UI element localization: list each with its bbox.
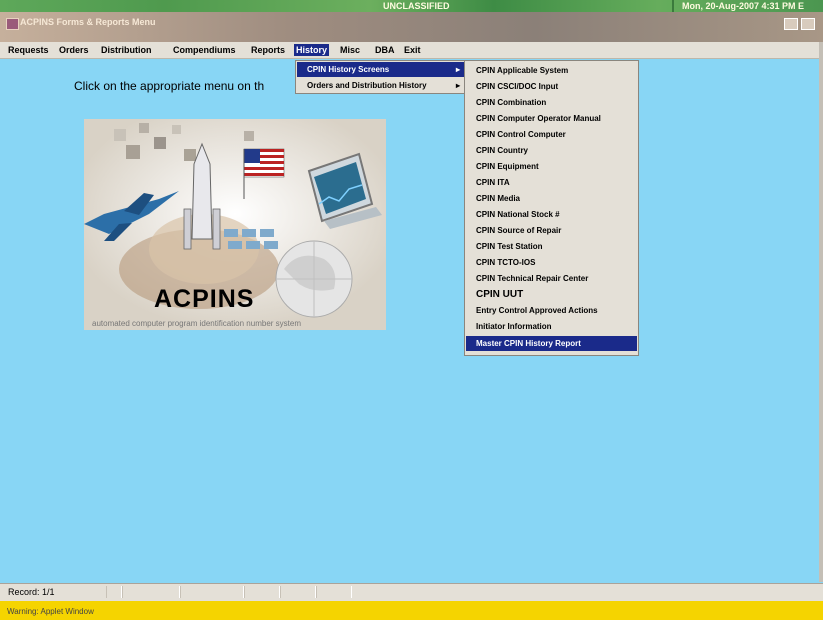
status-cell (106, 586, 122, 598)
record-counter: Record: 1/1 (8, 587, 55, 597)
submenu-item-country[interactable]: CPIN Country (466, 143, 637, 158)
window-title: ACPINS Forms & Reports Menu (20, 17, 156, 27)
menu-item-label: CPIN History Screens (307, 65, 390, 74)
logo-tagline: automated computer program identificatio… (92, 319, 301, 328)
status-cell (244, 586, 280, 598)
submenu-item-computer-operator-manual[interactable]: CPIN Computer Operator Manual (466, 111, 637, 126)
menu-orders[interactable]: Orders (57, 44, 91, 56)
submenu-item-equipment[interactable]: CPIN Equipment (466, 159, 637, 174)
banner-datetime: Mon, 20-Aug-2007 4:31 PM E (682, 1, 805, 11)
maximize-button[interactable] (801, 18, 815, 30)
applet-warning-bar: Warning: Applet Window (0, 601, 823, 620)
menu-history[interactable]: History (294, 44, 330, 56)
submenu-item-national-stock[interactable]: CPIN National Stock # (466, 207, 637, 222)
menu-compendiums[interactable]: Compendiums (171, 44, 238, 56)
submenu-item-ita[interactable]: CPIN ITA (466, 175, 637, 190)
status-cell (180, 586, 244, 598)
minimize-button[interactable] (784, 18, 798, 30)
banner-separator (672, 0, 674, 12)
submenu-item-initiator-information[interactable]: Initiator Information (466, 319, 637, 334)
status-cell (280, 586, 316, 598)
submenu-item-control-computer[interactable]: CPIN Control Computer (466, 127, 637, 142)
submenu-arrow-icon: ▸ (455, 65, 460, 74)
submenu-item-tcto-ios[interactable]: CPIN TCTO-IOS (466, 255, 637, 270)
status-bar: Record: 1/1 (0, 583, 823, 601)
submenu-item-applicable-system[interactable]: CPIN Applicable System (466, 63, 637, 78)
submenu-item-entry-control-approved-actions[interactable]: Entry Control Approved Actions (466, 303, 637, 318)
status-cell (316, 586, 352, 598)
submenu-arrow-icon: ▸ (455, 81, 460, 90)
menu-exit[interactable]: Exit (402, 44, 423, 56)
menu-item-label: Orders and Distribution History (307, 81, 427, 90)
menu-reports[interactable]: Reports (249, 44, 287, 56)
window-border (819, 42, 823, 582)
submenu-item-technical-repair-center[interactable]: CPIN Technical Repair Center (466, 271, 637, 286)
acpins-logo: ACPINS automated computer program identi… (84, 119, 386, 330)
submenu-item-uut[interactable]: CPIN UUT (466, 287, 637, 302)
classification-banner: UNCLASSIFIED Mon, 20-Aug-2007 4:31 PM E (0, 0, 823, 12)
menu-item-cpin-history-screens[interactable]: CPIN History Screens ▸ (297, 62, 464, 77)
menu-bar: Requests Orders Distribution Compendiums… (0, 42, 823, 59)
menu-distribution[interactable]: Distribution (99, 44, 154, 56)
submenu-item-test-station[interactable]: CPIN Test Station (466, 239, 637, 254)
submenu-item-media[interactable]: CPIN Media (466, 191, 637, 206)
submenu-item-master-cpin-history-report[interactable]: Master CPIN History Report (466, 336, 637, 351)
cpin-history-submenu: CPIN Applicable System CPIN CSCI/DOC Inp… (464, 60, 639, 356)
submenu-item-source-of-repair[interactable]: CPIN Source of Repair (466, 223, 637, 238)
menu-dba[interactable]: DBA (373, 44, 397, 56)
submenu-item-combination[interactable]: CPIN Combination (466, 95, 637, 110)
logo-title: ACPINS (154, 285, 255, 313)
window-titlebar: ACPINS Forms & Reports Menu (0, 12, 823, 42)
menu-requests[interactable]: Requests (6, 44, 51, 56)
menu-item-orders-distribution-history[interactable]: Orders and Distribution History ▸ (297, 78, 464, 93)
status-cell (122, 586, 180, 598)
submenu-item-csci-doc-input[interactable]: CPIN CSCI/DOC Input (466, 79, 637, 94)
app-icon (6, 18, 19, 30)
applet-warning-text: Warning: Applet Window (7, 607, 94, 616)
instruction-text: Click on the appropriate menu on th (74, 79, 265, 93)
history-dropdown: CPIN History Screens ▸ Orders and Distri… (295, 60, 466, 94)
menu-misc[interactable]: Misc (338, 44, 362, 56)
classification-label: UNCLASSIFIED (383, 1, 450, 11)
